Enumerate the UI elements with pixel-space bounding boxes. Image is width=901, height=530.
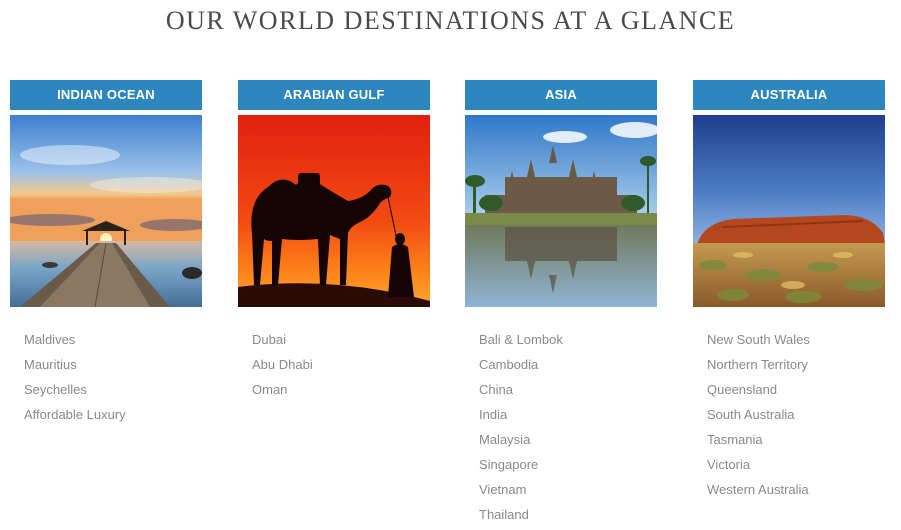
destination-link-bali-lombok[interactable]: Bali & Lombok (479, 332, 563, 347)
destination-link-vietnam[interactable]: Vietnam (479, 482, 526, 497)
list-item: India (479, 407, 657, 432)
list-item: Victoria (707, 457, 885, 482)
camel-silhouette-photo[interactable] (238, 115, 430, 307)
destination-link-queensland[interactable]: Queensland (707, 382, 777, 397)
destination-column-indian-ocean: INDIAN OCEAN Maldives Mauritius Seychell… (10, 80, 202, 432)
region-tab-australia[interactable]: AUSTRALIA (693, 80, 885, 110)
list-item: Malaysia (479, 432, 657, 457)
list-item: Oman (252, 382, 430, 407)
destination-column-asia: ASIA Bali & Lombok Cambodia China India … (465, 80, 657, 530)
list-item: New South Wales (707, 332, 885, 357)
destination-link-northern-territory[interactable]: Northern Territory (707, 357, 808, 372)
list-item: Maldives (24, 332, 202, 357)
list-item: Tasmania (707, 432, 885, 457)
uluru-photo[interactable] (693, 115, 885, 307)
destination-link-seychelles[interactable]: Seychelles (24, 382, 87, 397)
list-item: China (479, 382, 657, 407)
destination-link-abu-dhabi[interactable]: Abu Dhabi (252, 357, 313, 372)
list-item: Queensland (707, 382, 885, 407)
region-tab-asia[interactable]: ASIA (465, 80, 657, 110)
angkor-wat-photo[interactable] (465, 115, 657, 307)
destination-list-asia: Bali & Lombok Cambodia China India Malay… (465, 332, 657, 530)
list-item: Singapore (479, 457, 657, 482)
destination-link-dubai[interactable]: Dubai (252, 332, 286, 347)
destination-link-south-australia[interactable]: South Australia (707, 407, 794, 422)
list-item: Western Australia (707, 482, 885, 507)
list-item: Thailand (479, 507, 657, 530)
destination-link-malaysia[interactable]: Malaysia (479, 432, 530, 447)
destination-link-china[interactable]: China (479, 382, 513, 397)
jetty-sunset-photo[interactable] (10, 115, 202, 307)
list-item: Affordable Luxury (24, 407, 202, 432)
destination-link-affordable-luxury[interactable]: Affordable Luxury (24, 407, 126, 422)
destination-link-oman[interactable]: Oman (252, 382, 287, 397)
list-item: Dubai (252, 332, 430, 357)
destination-list-indian-ocean: Maldives Mauritius Seychelles Affordable… (10, 332, 202, 432)
destination-list-arabian-gulf: Dubai Abu Dhabi Oman (238, 332, 430, 407)
destination-link-victoria[interactable]: Victoria (707, 457, 750, 472)
camel-silhouette-image (238, 115, 430, 307)
list-item: Cambodia (479, 357, 657, 382)
destination-link-tasmania[interactable]: Tasmania (707, 432, 763, 447)
jetty-sunset-image (10, 115, 202, 307)
uluru-image (693, 115, 885, 307)
page-heading: OUR WORLD DESTINATIONS AT A GLANCE (165, 6, 736, 35)
destination-link-western-australia[interactable]: Western Australia (707, 482, 809, 497)
destination-link-india[interactable]: India (479, 407, 507, 422)
destination-link-cambodia[interactable]: Cambodia (479, 357, 538, 372)
destination-link-maldives[interactable]: Maldives (24, 332, 75, 347)
list-item: Northern Territory (707, 357, 885, 382)
list-item: South Australia (707, 407, 885, 432)
list-item: Seychelles (24, 382, 202, 407)
destination-link-mauritius[interactable]: Mauritius (24, 357, 77, 372)
destination-link-new-south-wales[interactable]: New South Wales (707, 332, 810, 347)
destination-column-australia: AUSTRALIA New South Wales Northern Terri… (693, 80, 885, 507)
destination-link-thailand[interactable]: Thailand (479, 507, 529, 522)
destination-column-arabian-gulf: ARABIAN GULF Dubai Abu Dhabi Oman (238, 80, 430, 407)
list-item: Vietnam (479, 482, 657, 507)
destinations-page: OUR WORLD DESTINATIONS AT A GLANCE INDIA… (0, 0, 901, 530)
destination-link-singapore[interactable]: Singapore (479, 457, 538, 472)
list-item: Mauritius (24, 357, 202, 382)
region-tab-indian-ocean[interactable]: INDIAN OCEAN (10, 80, 202, 110)
destination-list-australia: New South Wales Northern Territory Queen… (693, 332, 885, 507)
angkor-wat-image (465, 115, 657, 307)
list-item: Bali & Lombok (479, 332, 657, 357)
region-tab-arabian-gulf[interactable]: ARABIAN GULF (238, 80, 430, 110)
list-item: Abu Dhabi (252, 357, 430, 382)
